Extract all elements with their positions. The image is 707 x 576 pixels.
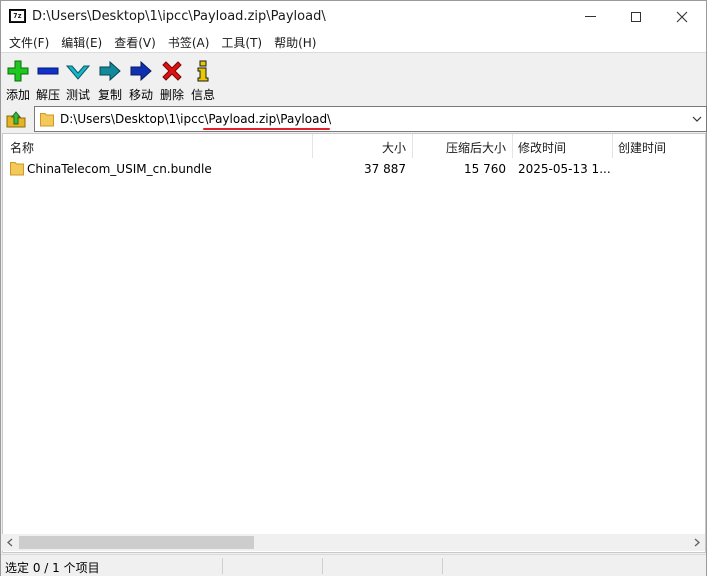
move-arrow-icon [130, 60, 152, 82]
delete-button-label: 删除 [159, 88, 184, 102]
title-bar[interactable]: 7z D:\Users\Desktop\1\ipcc\Payload.zip\P… [1, 1, 706, 32]
extract-minus-icon [37, 67, 59, 75]
horizontal-scrollbar[interactable] [2, 534, 705, 551]
column-header-packed-size[interactable]: 压缩后大小 [413, 134, 506, 158]
move-button-label: 移动 [128, 88, 153, 102]
column-divider[interactable] [612, 134, 613, 158]
menu-help[interactable]: 帮助(H) [268, 32, 322, 52]
delete-x-icon [162, 61, 182, 81]
status-divider [442, 558, 443, 574]
info-button[interactable]: 信息 [188, 57, 218, 102]
folder-up-icon[interactable] [5, 108, 27, 130]
menu-bar: 文件(F) 编辑(E) 查看(V) 书签(A) 工具(T) 帮助(H) [1, 32, 706, 52]
minimize-icon [584, 16, 596, 17]
status-bar: 选定 0 / 1 个项目 [1, 554, 706, 576]
column-header-size[interactable]: 大小 [313, 134, 406, 158]
close-button[interactable] [659, 1, 705, 32]
scroll-right-icon[interactable] [688, 534, 705, 551]
copy-arrow-icon [99, 60, 121, 82]
file-packed-size: 15 760 [464, 162, 506, 176]
toolbar: 添加 解压 测试 复制 移动 删除 信息 [1, 52, 706, 102]
minimize-button[interactable] [567, 1, 613, 32]
test-button-label: 测试 [65, 88, 90, 102]
extract-button-label: 解压 [35, 88, 60, 102]
add-button[interactable]: 添加 [3, 57, 33, 102]
close-icon [676, 11, 688, 22]
test-check-icon [66, 65, 90, 80]
move-button[interactable]: 移动 [126, 57, 156, 102]
column-divider[interactable] [512, 134, 513, 158]
info-icon [197, 60, 209, 82]
add-plus-icon [7, 60, 29, 82]
file-size: 37 887 [364, 162, 406, 176]
menu-edit[interactable]: 编辑(E) [55, 32, 108, 52]
address-path: D:\Users\Desktop\1\ipcc\Payload.zip\Payl… [60, 112, 332, 126]
add-button-label: 添加 [5, 88, 30, 102]
column-header-created[interactable]: 创建时间 [618, 134, 666, 158]
scrollbar-thumb[interactable] [19, 536, 254, 549]
app-window: 7z D:\Users\Desktop\1\ipcc\Payload.zip\P… [0, 0, 707, 576]
file-list[interactable]: 名称 大小 压缩后大小 修改时间 创建时间 ChinaTelecom_USIM_… [2, 133, 706, 553]
extract-button[interactable]: 解压 [33, 57, 63, 102]
status-divider [322, 558, 323, 574]
chevron-down-icon[interactable] [691, 113, 703, 125]
column-header-modified[interactable]: 修改时间 [518, 134, 566, 158]
address-bar-row: D:\Users\Desktop\1\ipcc\Payload.zip\Payl… [1, 104, 707, 132]
selection-status: 选定 0 / 1 个项目 [5, 561, 100, 575]
copy-button[interactable]: 复制 [95, 57, 125, 102]
maximize-icon [631, 11, 641, 22]
table-row[interactable]: ChinaTelecom_USIM_cn.bundle 37 887 15 76… [3, 159, 705, 179]
column-header-name[interactable]: 名称 [10, 134, 34, 158]
info-button-label: 信息 [190, 88, 215, 102]
file-name: ChinaTelecom_USIM_cn.bundle [27, 162, 212, 176]
scroll-left-icon[interactable] [2, 534, 19, 551]
menu-file[interactable]: 文件(F) [3, 32, 55, 52]
path-highlight-underline [203, 128, 330, 130]
address-field[interactable]: D:\Users\Desktop\1\ipcc\Payload.zip\Payl… [34, 106, 707, 132]
status-divider [222, 558, 223, 574]
folder-icon [10, 162, 24, 176]
folder-icon [40, 113, 54, 127]
menu-view[interactable]: 查看(V) [108, 32, 162, 52]
copy-button-label: 复制 [97, 88, 122, 102]
app-logo-icon[interactable]: 7z [9, 9, 26, 23]
maximize-button[interactable] [613, 1, 659, 32]
test-button[interactable]: 测试 [63, 57, 93, 102]
menu-bookmarks[interactable]: 书签(A) [162, 32, 216, 52]
file-modified: 2025-05-13 1... [518, 162, 611, 176]
window-title: D:\Users\Desktop\1\ipcc\Payload.zip\Payl… [32, 9, 326, 24]
delete-button[interactable]: 删除 [157, 57, 187, 102]
menu-tools[interactable]: 工具(T) [215, 32, 268, 52]
